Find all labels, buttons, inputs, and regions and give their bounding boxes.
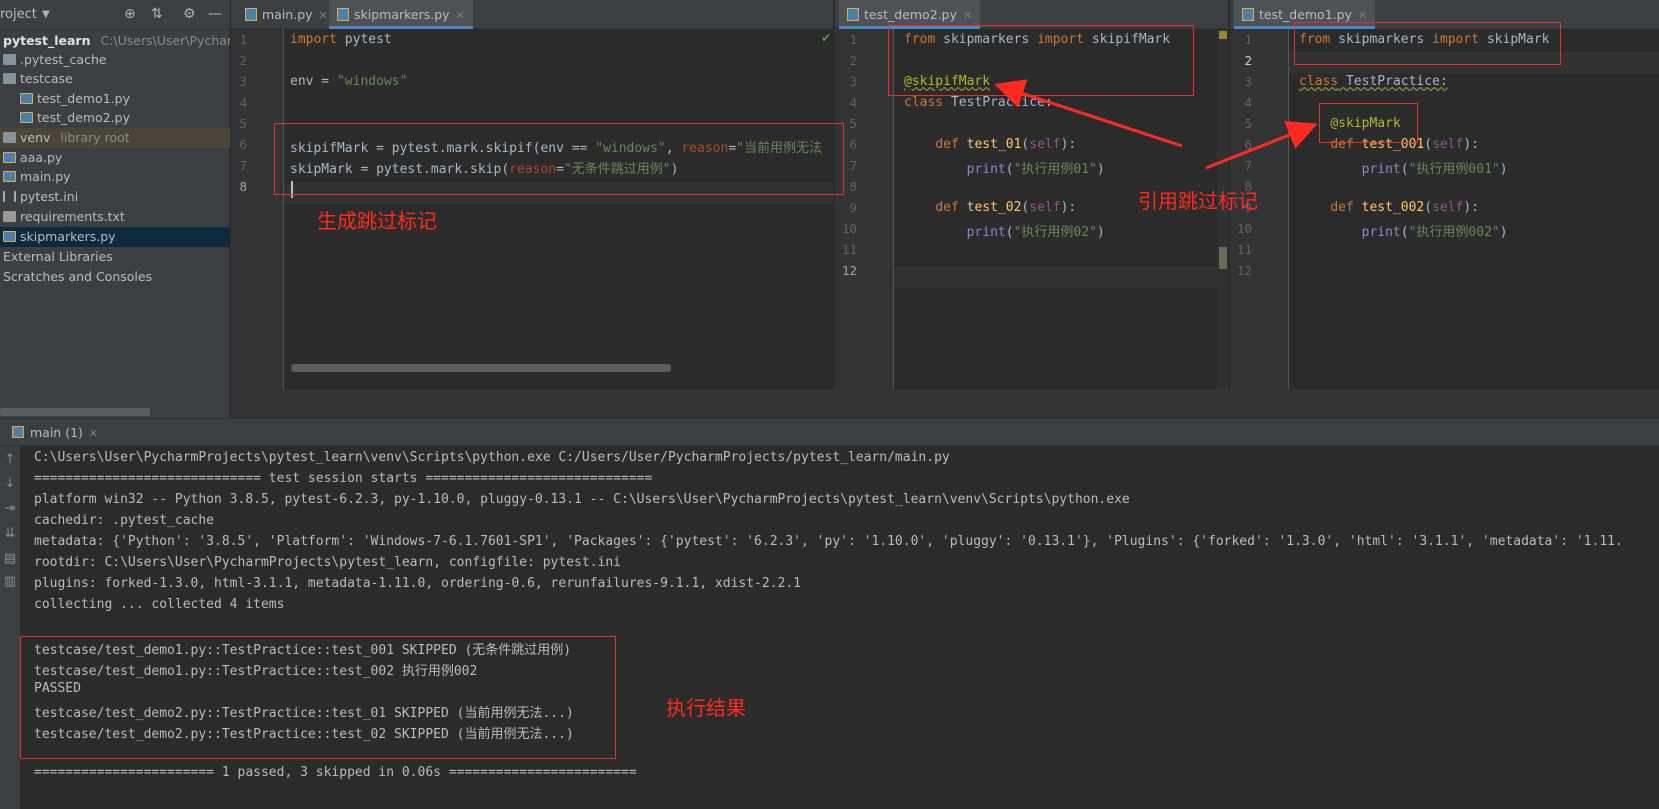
arrow-to-skipifmark xyxy=(994,79,1183,148)
annotation-arrows xyxy=(994,79,1318,170)
arrow-to-skipmark xyxy=(1205,120,1318,170)
